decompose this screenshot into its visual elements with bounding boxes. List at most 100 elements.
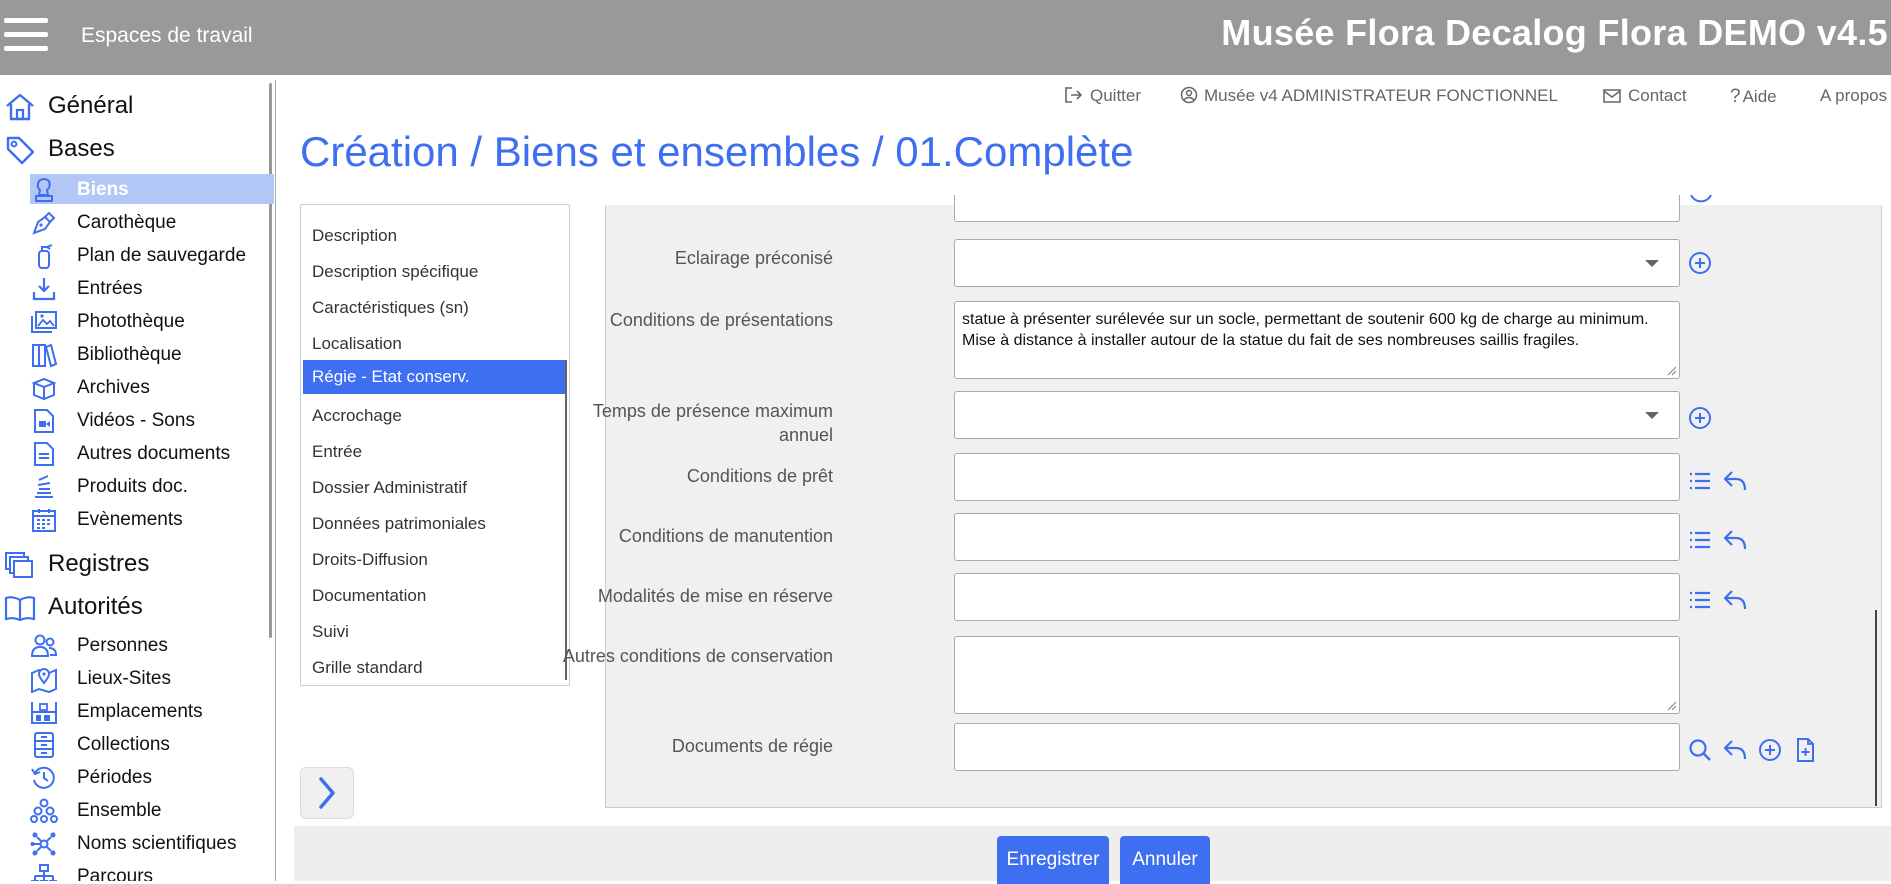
bust-icon [35,178,53,202]
new-document-icon[interactable] [1792,737,1818,763]
sidebar-item-plan-sauvegarde[interactable]: Plan de sauvegarde [30,240,274,270]
tab-grille-standard[interactable]: Grille standard [303,651,567,685]
sidebar-item-bibliotheque[interactable]: Bibliothèque [30,339,274,369]
temps-presence-select[interactable] [954,391,1680,439]
sidebar-section-registres[interactable]: Registres [0,543,270,583]
tab-localisation[interactable]: Localisation [303,327,567,361]
user-account-link[interactable]: Musée v4 ADMINISTRATEUR FONCTIONNEL [1180,86,1558,106]
list-icon[interactable] [1687,587,1713,613]
sidebar-item-produits-doc[interactable]: Produits doc. [30,471,274,501]
sidebar-section-label: Général [48,92,134,119]
list-icon[interactable] [1687,468,1713,494]
modalites-reserve-input[interactable] [954,573,1680,621]
expand-panel-button[interactable] [300,767,354,819]
sidebar-item-personnes[interactable]: Personnes [30,630,274,660]
sidebar-item-evenements[interactable]: Evènements [30,504,274,534]
sidebar-item-label: Entrées [77,278,143,299]
tab-droits-diffusion[interactable]: Droits-Diffusion [303,543,567,577]
sidebar-item-label: Lieux-Sites [77,668,171,689]
sidebar-item-lieux-sites[interactable]: Lieux-Sites [30,663,274,693]
tab-documentation[interactable]: Documentation [303,579,567,613]
documents-regie-input[interactable] [954,723,1680,771]
save-button[interactable]: Enregistrer [997,836,1109,884]
sidebar-item-autres-documents[interactable]: Autres documents [30,438,274,468]
cancel-button[interactable]: Annuler [1120,836,1210,884]
quit-label: Quitter [1090,86,1142,105]
help-link[interactable]: ? Aide [1730,86,1777,108]
undo-icon[interactable] [1722,737,1748,763]
sidebar-item-biens[interactable]: Biens [30,174,274,204]
home-icon [6,93,34,121]
tab-donnees-patrimoniales[interactable]: Données patrimoniales [303,507,567,541]
contact-link[interactable]: Contact [1602,86,1687,106]
sidebar-section-bases[interactable]: Bases [0,128,270,168]
search-icon[interactable] [1687,737,1713,763]
tab-caracteristiques[interactable]: Caractéristiques (sn) [303,291,567,325]
undo-icon[interactable] [1722,527,1748,553]
section-tab-list: Description Description spécifique Carac… [300,204,570,686]
tab-regie-etat-conserv[interactable]: Régie - Etat conserv. [303,360,567,394]
app-title: Musée Flora Decalog Flora DEMO v4.5 [1221,12,1888,53]
form-scrollbar[interactable] [1875,610,1877,806]
sidebar-section-general[interactable]: Général [0,85,270,125]
sidebar-item-label: Noms scientifiques [77,833,237,854]
sidebar-item-ensemble[interactable]: Ensemble [30,795,274,825]
about-label: A propos [1820,86,1888,105]
sidebar-item-carotheque[interactable]: Carothèque [30,207,274,237]
sidebar-section-autorites[interactable]: Autorités [0,586,270,626]
add-circle-icon[interactable] [1687,250,1713,276]
sidebar-section-label: Registres [48,550,150,577]
archive-box-icon [31,377,57,401]
sidebar-item-emplacements[interactable]: Emplacements [30,696,274,726]
tab-description-specifique[interactable]: Description spécifique [303,255,567,289]
list-icon[interactable] [1687,527,1713,553]
tab-list-scrollbar[interactable] [565,360,567,680]
books-icon [32,343,58,368]
history-icon [31,766,55,789]
images-icon [31,311,57,333]
workspaces-link[interactable]: Espaces de travail [81,24,253,48]
eclairage-select[interactable] [954,239,1680,287]
sidebar-item-periodes[interactable]: Périodes [30,762,274,792]
sidebar-item-label: Vidéos - Sons [77,410,195,431]
pen-nib-icon [32,211,56,235]
hamburger-menu-icon[interactable] [4,18,48,52]
undo-icon[interactable] [1722,468,1748,494]
temps-presence-label-line1: Temps de présence maximum [592,401,833,421]
stack-icon [35,475,53,498]
add-circle-icon[interactable] [1688,195,1714,211]
add-circle-icon[interactable] [1687,405,1713,431]
add-circle-icon[interactable] [1757,737,1783,763]
sidebar-item-phototheque[interactable]: Photothèque [30,306,274,336]
conditions-manutention-input[interactable] [954,513,1680,561]
sidebar-item-videos-sons[interactable]: Vidéos - Sons [30,405,274,435]
sidebar-item-label: Produits doc. [77,476,188,497]
previous-field-input[interactable] [954,195,1680,222]
resize-grip-icon[interactable] [1665,364,1677,376]
sidebar-item-label: Archives [77,377,150,398]
sidebar-item-label: Collections [77,734,170,755]
tab-suivi[interactable]: Suivi [303,615,567,649]
download-icon [32,278,56,301]
shelf-icon [31,702,57,724]
tab-description[interactable]: Description [303,219,567,253]
conditions-pret-input[interactable] [954,453,1680,501]
undo-icon[interactable] [1722,587,1748,613]
sidebar-item-noms-scientifiques[interactable]: Noms scientifiques [30,828,274,858]
sidebar-divider [275,80,276,881]
sidebar-item-archives[interactable]: Archives [30,372,274,402]
tab-entree[interactable]: Entrée [303,435,567,469]
network-icon [30,832,56,856]
sitemap-icon [31,864,57,881]
autres-conditions-textarea[interactable] [954,636,1680,714]
quit-link[interactable]: Quitter [1064,86,1141,106]
resize-grip-icon[interactable] [1665,699,1677,711]
sidebar-item-collections[interactable]: Collections [30,729,274,759]
about-link[interactable]: A propos [1820,86,1887,106]
tab-dossier-administratif[interactable]: Dossier Administratif [303,471,567,505]
sidebar-item-parcours[interactable]: Parcours [30,861,274,881]
tab-accrochage[interactable]: Accrochage [303,399,567,433]
sidebar-item-entrees[interactable]: Entrées [30,273,274,303]
conditions-presentation-textarea[interactable]: statue à présenter surélevée sur un socl… [954,301,1680,379]
sidebar-item-label: Photothèque [77,311,185,332]
